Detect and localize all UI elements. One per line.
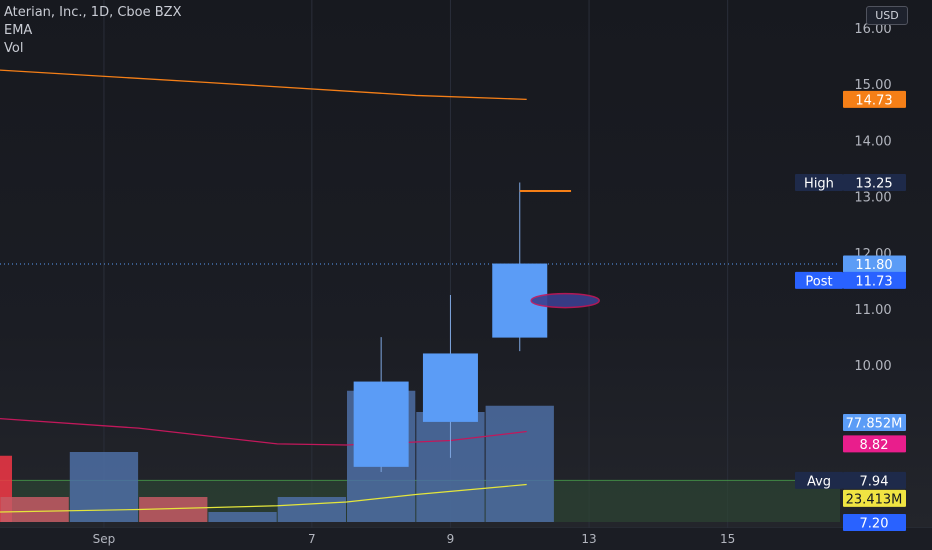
post-label[interactable]: 11.73 — [855, 274, 892, 289]
indicator-ema[interactable]: EMA — [4, 22, 182, 40]
ema-orange-line — [0, 69, 527, 101]
candle-body-1[interactable] — [422, 353, 478, 422]
x-tick-label-2: 9 — [447, 532, 455, 546]
high-label[interactable]: 13.25 — [855, 177, 892, 192]
post-label-tag: Post — [805, 274, 832, 289]
y-tick-label-3: 13.00 — [854, 191, 891, 206]
symbol-title: Aterian, Inc., 1D, Cboe BZX — [4, 5, 182, 20]
ema-orange-label[interactable]: 14.73 — [855, 93, 892, 108]
volume-bar-1 — [0, 497, 69, 522]
y-tick-label-5: 11.00 — [854, 303, 891, 318]
bottom-label[interactable]: 7.20 — [860, 517, 889, 532]
volume-bar-5 — [277, 497, 346, 522]
candle-body-0[interactable] — [353, 381, 409, 467]
y-tick-label-6: 10.00 — [854, 359, 891, 374]
vol-avg-label[interactable]: 23.413M — [846, 492, 903, 507]
last-price-label[interactable]: 11.80 — [855, 258, 892, 273]
high-label-tag: High — [804, 177, 834, 192]
x-tick-label-1: 7 — [308, 532, 316, 546]
chart-area[interactable]: Sep 7 9 13 15 16.00 15.00 14.00 13.00 12.00 11.00 1… — [0, 0, 932, 550]
x-tick-label-4: 15 — [720, 532, 735, 546]
avg-label[interactable]: 7.94 — [860, 474, 889, 489]
volume-bar-8 — [485, 405, 554, 522]
x-tick-label-3: 13 — [581, 532, 596, 546]
volume-label[interactable]: 77.852M — [846, 417, 903, 432]
indicator-vol[interactable]: Vol — [4, 40, 182, 58]
x-tick-label-0: Sep — [93, 532, 116, 546]
avg-label-tag: Avg — [807, 474, 831, 489]
currency-button[interactable]: USD — [866, 6, 908, 25]
volume-bar-2 — [69, 452, 139, 522]
chart-legend: Aterian, Inc., 1D, Cboe BZX EMA Vol — [4, 4, 182, 58]
volume-bar-4 — [208, 512, 277, 522]
x-axis-band — [0, 528, 932, 550]
y-tick-label-2: 14.00 — [854, 134, 891, 149]
ema-pink-label[interactable]: 8.82 — [860, 438, 889, 453]
post-market-ellipse — [530, 292, 600, 309]
price-chart-svg[interactable]: Sep 7 9 13 1516.0015.0014.0013.0012.0011.001… — [0, 0, 932, 550]
